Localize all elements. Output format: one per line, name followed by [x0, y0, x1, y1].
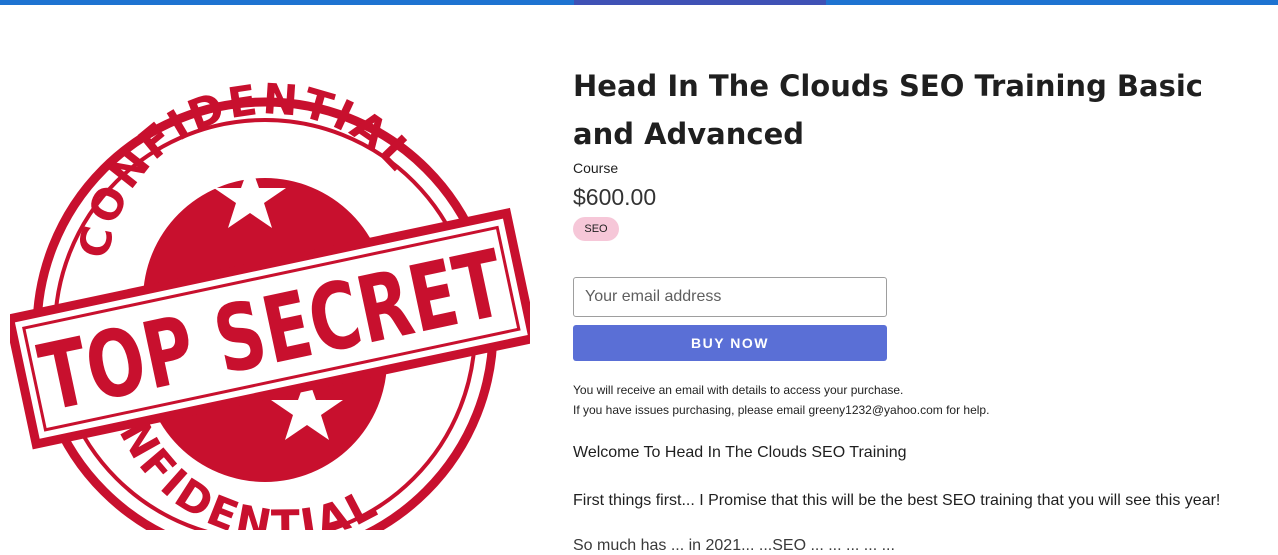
- description-paragraph-cut: So much has ... in 2021... ...SEO ... ..…: [573, 537, 895, 554]
- description-heading: Welcome To Head In The Clouds SEO Traini…: [573, 444, 907, 461]
- product-price: $600.00: [573, 184, 657, 210]
- category-tag[interactable]: SEO: [573, 217, 619, 241]
- description-paragraph: First things first... I Promise that thi…: [573, 492, 1221, 509]
- product-type: Course: [573, 160, 619, 176]
- buy-now-button[interactable]: BUY NOW: [573, 325, 887, 361]
- product-title: Head In The Clouds SEO Training Basic an…: [573, 69, 1203, 151]
- top-secret-stamp-icon: CONFIDENTIAL CONFIDENTIAL TOP SECRET: [4, 74, 539, 555]
- email-input[interactable]: [573, 277, 887, 317]
- help-notice: If you have issues purchasing, please em…: [573, 403, 990, 417]
- product-image: CONFIDENTIAL CONFIDENTIAL TOP SECRET: [4, 60, 539, 555]
- purchase-notice: You will receive an email with details t…: [573, 383, 904, 397]
- top-progress-bar-accent: [574, 0, 826, 5]
